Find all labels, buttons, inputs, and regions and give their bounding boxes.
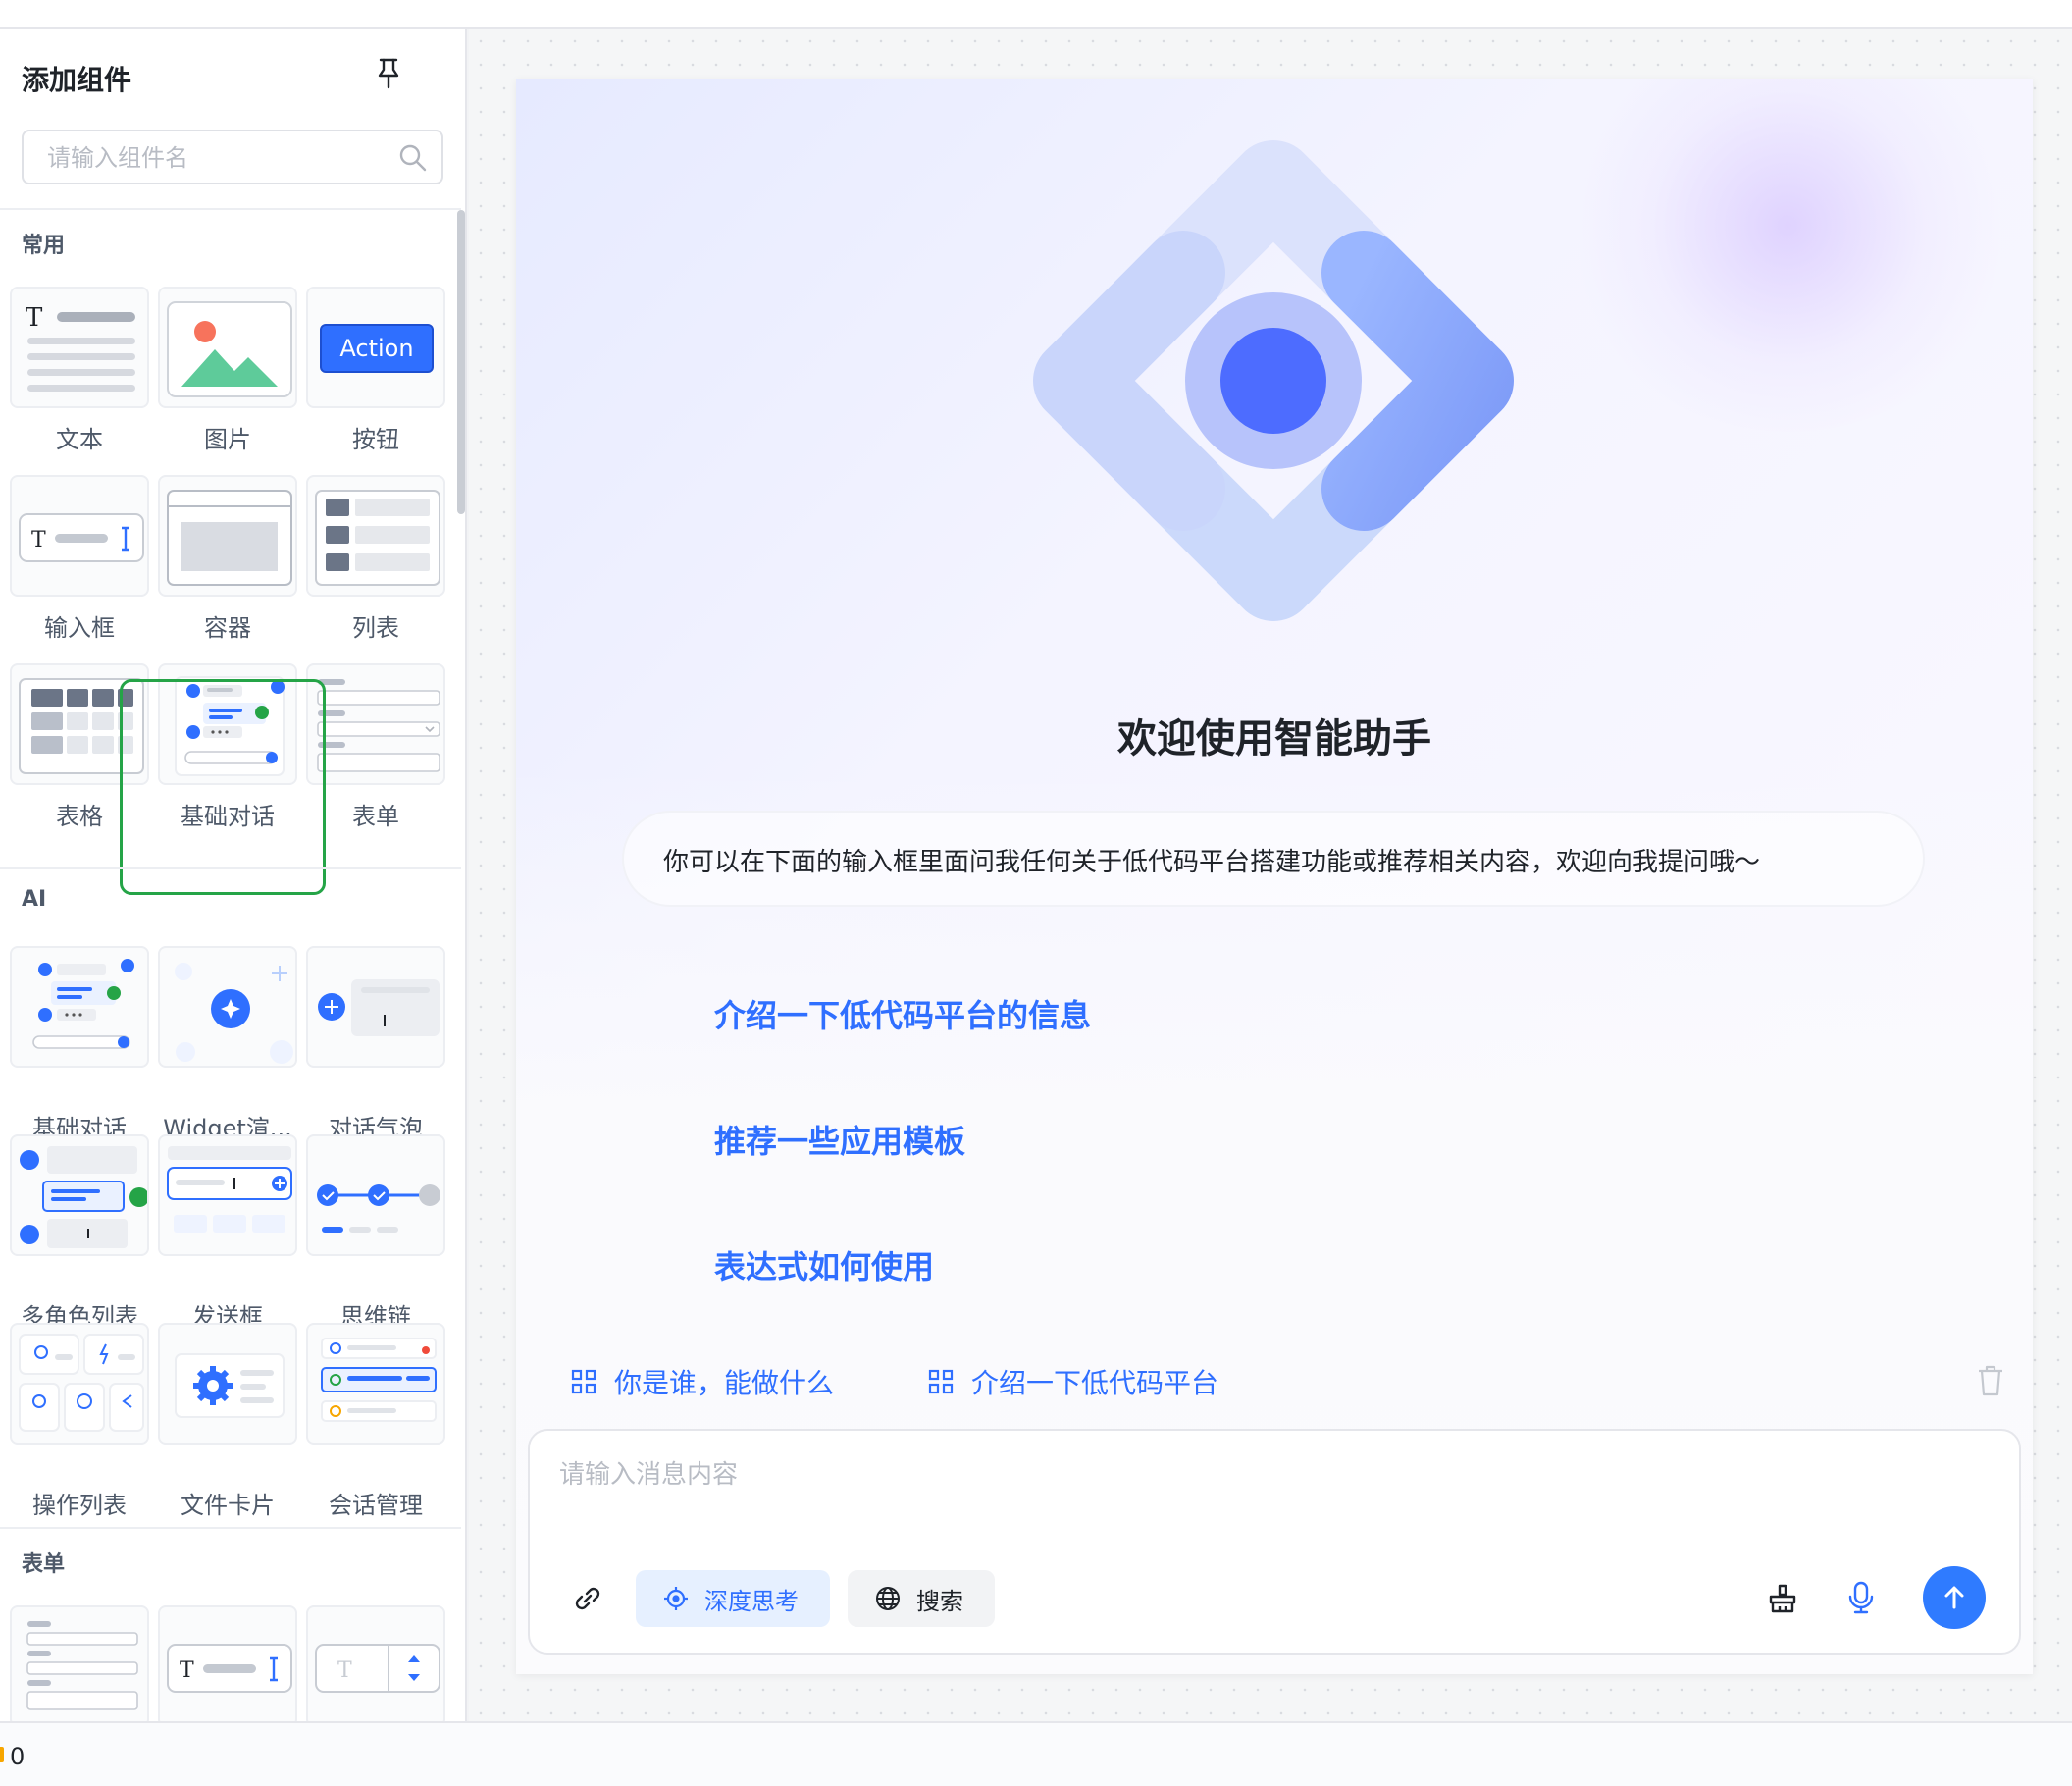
sidebar-title: 添加组件 — [22, 64, 132, 96]
divider — [0, 208, 461, 210]
roles-preview-icon — [20, 1146, 147, 1248]
chat-app-frame: 欢迎使用智能助手 你可以在下面的输入框里面问我任何关于低代码平台搭建功能或推荐相… — [516, 79, 2033, 1674]
search-label: 搜索 — [916, 1587, 963, 1615]
quick-prompt-label: 你是谁，能做什么 — [614, 1367, 835, 1399]
microphone-icon[interactable] — [1844, 1580, 1878, 1615]
chain-preview-icon — [317, 1184, 440, 1233]
svg-text:T: T — [26, 303, 43, 333]
stepper-preview-icon: T — [315, 1644, 440, 1693]
image-preview-icon — [167, 301, 292, 397]
tile-label: 按钮 — [352, 426, 399, 453]
container-preview-icon — [167, 490, 292, 586]
svg-text:T: T — [337, 1658, 352, 1683]
component-tile-form-basic[interactable] — [10, 1605, 149, 1721]
selected-tile-highlight — [120, 679, 326, 895]
component-tile-input[interactable]: T — [10, 475, 149, 597]
globe-icon — [876, 1587, 900, 1610]
quick-prompt-button[interactable]: 你是谁，能做什么 — [571, 1362, 834, 1401]
tile-label: 会话管理 — [329, 1492, 423, 1519]
section-ai-label: AI — [22, 887, 47, 912]
component-tile-file-card[interactable] — [158, 1323, 297, 1445]
grid-icon — [928, 1369, 954, 1394]
chat-preview-icon — [32, 959, 134, 1049]
description-text: 你可以在下面的输入框里面问我任何关于低代码平台搭建功能或推荐相关内容，欢迎向我提… — [663, 848, 1761, 877]
assistant-logo-icon — [1033, 140, 1514, 621]
input-preview-icon: T — [19, 513, 144, 562]
send-button[interactable] — [1923, 1566, 1986, 1629]
status-bar: 0 — [0, 1721, 2072, 1786]
input-preview-icon: T — [167, 1644, 292, 1693]
deep-think-toggle[interactable]: 深度思考 — [636, 1570, 830, 1627]
component-tile-thought-chain[interactable] — [306, 1134, 445, 1256]
status-indicator — [0, 1747, 4, 1762]
quick-prompt-button[interactable]: 介绍一下低代码平台 — [928, 1362, 1218, 1401]
tile-label: 操作列表 — [32, 1492, 127, 1519]
web-search-toggle[interactable]: 搜索 — [848, 1570, 995, 1627]
component-tile-text[interactable]: T — [10, 287, 149, 408]
component-tile-form-input[interactable]: T — [158, 1605, 297, 1721]
tile-label: 文件卡片 — [181, 1492, 275, 1519]
tile-label: 输入框 — [44, 614, 115, 642]
component-search[interactable] — [22, 130, 443, 184]
divider — [0, 1527, 461, 1529]
list-preview-icon — [315, 490, 440, 586]
suggestion-link[interactable]: 介绍一下低代码平台的信息 — [714, 991, 1091, 1036]
component-tile-list[interactable] — [306, 475, 445, 597]
clear-brush-icon[interactable] — [1766, 1582, 1799, 1615]
divider — [0, 867, 461, 869]
svg-text:T: T — [180, 1658, 194, 1683]
trash-icon[interactable] — [1976, 1364, 2005, 1397]
deep-think-label: 深度思考 — [704, 1587, 799, 1615]
component-tile-ai-basic-chat[interactable] — [10, 946, 149, 1068]
top-bar — [0, 0, 2072, 29]
action-button-preview: Action — [320, 324, 434, 373]
quick-prompt-label: 介绍一下低代码平台 — [971, 1367, 1219, 1399]
component-tile-form-number[interactable]: T — [306, 1605, 445, 1721]
suggestion-link[interactable]: 表达式如何使用 — [714, 1242, 934, 1287]
message-input-box[interactable]: 深度思考 搜索 — [528, 1429, 2021, 1655]
component-tile-button[interactable]: Action — [306, 287, 445, 408]
target-icon — [664, 1587, 688, 1610]
form-preview-icon — [26, 1621, 138, 1710]
status-count: 0 — [10, 1743, 26, 1770]
arrow-up-icon — [1944, 1586, 1964, 1609]
component-tile-image[interactable] — [158, 287, 297, 408]
pin-icon[interactable] — [373, 57, 404, 90]
section-common-label: 常用 — [22, 234, 66, 258]
tile-label: 容器 — [204, 614, 251, 642]
text-preview-icon: T — [26, 303, 135, 392]
description-card: 你可以在下面的输入框里面问我任何关于低代码平台搭建功能或推荐相关内容，欢迎向我提… — [622, 811, 1925, 907]
bubble-preview-icon — [318, 979, 440, 1036]
grid-icon — [571, 1369, 596, 1394]
component-tile-action-list[interactable] — [10, 1323, 149, 1445]
form-preview-icon — [317, 679, 440, 772]
component-search-input[interactable] — [47, 141, 381, 175]
component-tile-chat-bubble[interactable] — [306, 946, 445, 1068]
gear-icon — [175, 1353, 285, 1418]
actions-preview-icon — [19, 1334, 144, 1432]
sparkle-icon — [175, 963, 293, 1064]
component-tile-conversation-manager[interactable] — [306, 1323, 445, 1445]
message-input[interactable] — [559, 1454, 1933, 1513]
svg-text:T: T — [31, 528, 46, 552]
component-sidebar: 添加组件 常用 T 文本 图片 Act — [0, 29, 467, 1721]
conversations-preview-icon — [321, 1338, 437, 1422]
component-tile-widget-render[interactable] — [158, 946, 297, 1068]
search-icon[interactable] — [398, 143, 428, 173]
section-form-label: 表单 — [22, 1552, 66, 1577]
component-tile-form[interactable] — [306, 663, 445, 785]
component-tile-container[interactable] — [158, 475, 297, 597]
sender-preview-icon — [167, 1146, 292, 1233]
suggestion-link[interactable]: 推荐一些应用模板 — [714, 1117, 965, 1162]
tile-label: 列表 — [352, 614, 399, 642]
welcome-title: 欢迎使用智能助手 — [1117, 716, 1431, 762]
tile-label: 图片 — [204, 426, 251, 453]
tile-label: 文本 — [56, 426, 103, 453]
component-tile-sender[interactable] — [158, 1134, 297, 1256]
link-icon[interactable] — [571, 1582, 604, 1615]
component-tile-multi-role-list[interactable] — [10, 1134, 149, 1256]
sidebar-scrollbar[interactable] — [457, 210, 465, 514]
